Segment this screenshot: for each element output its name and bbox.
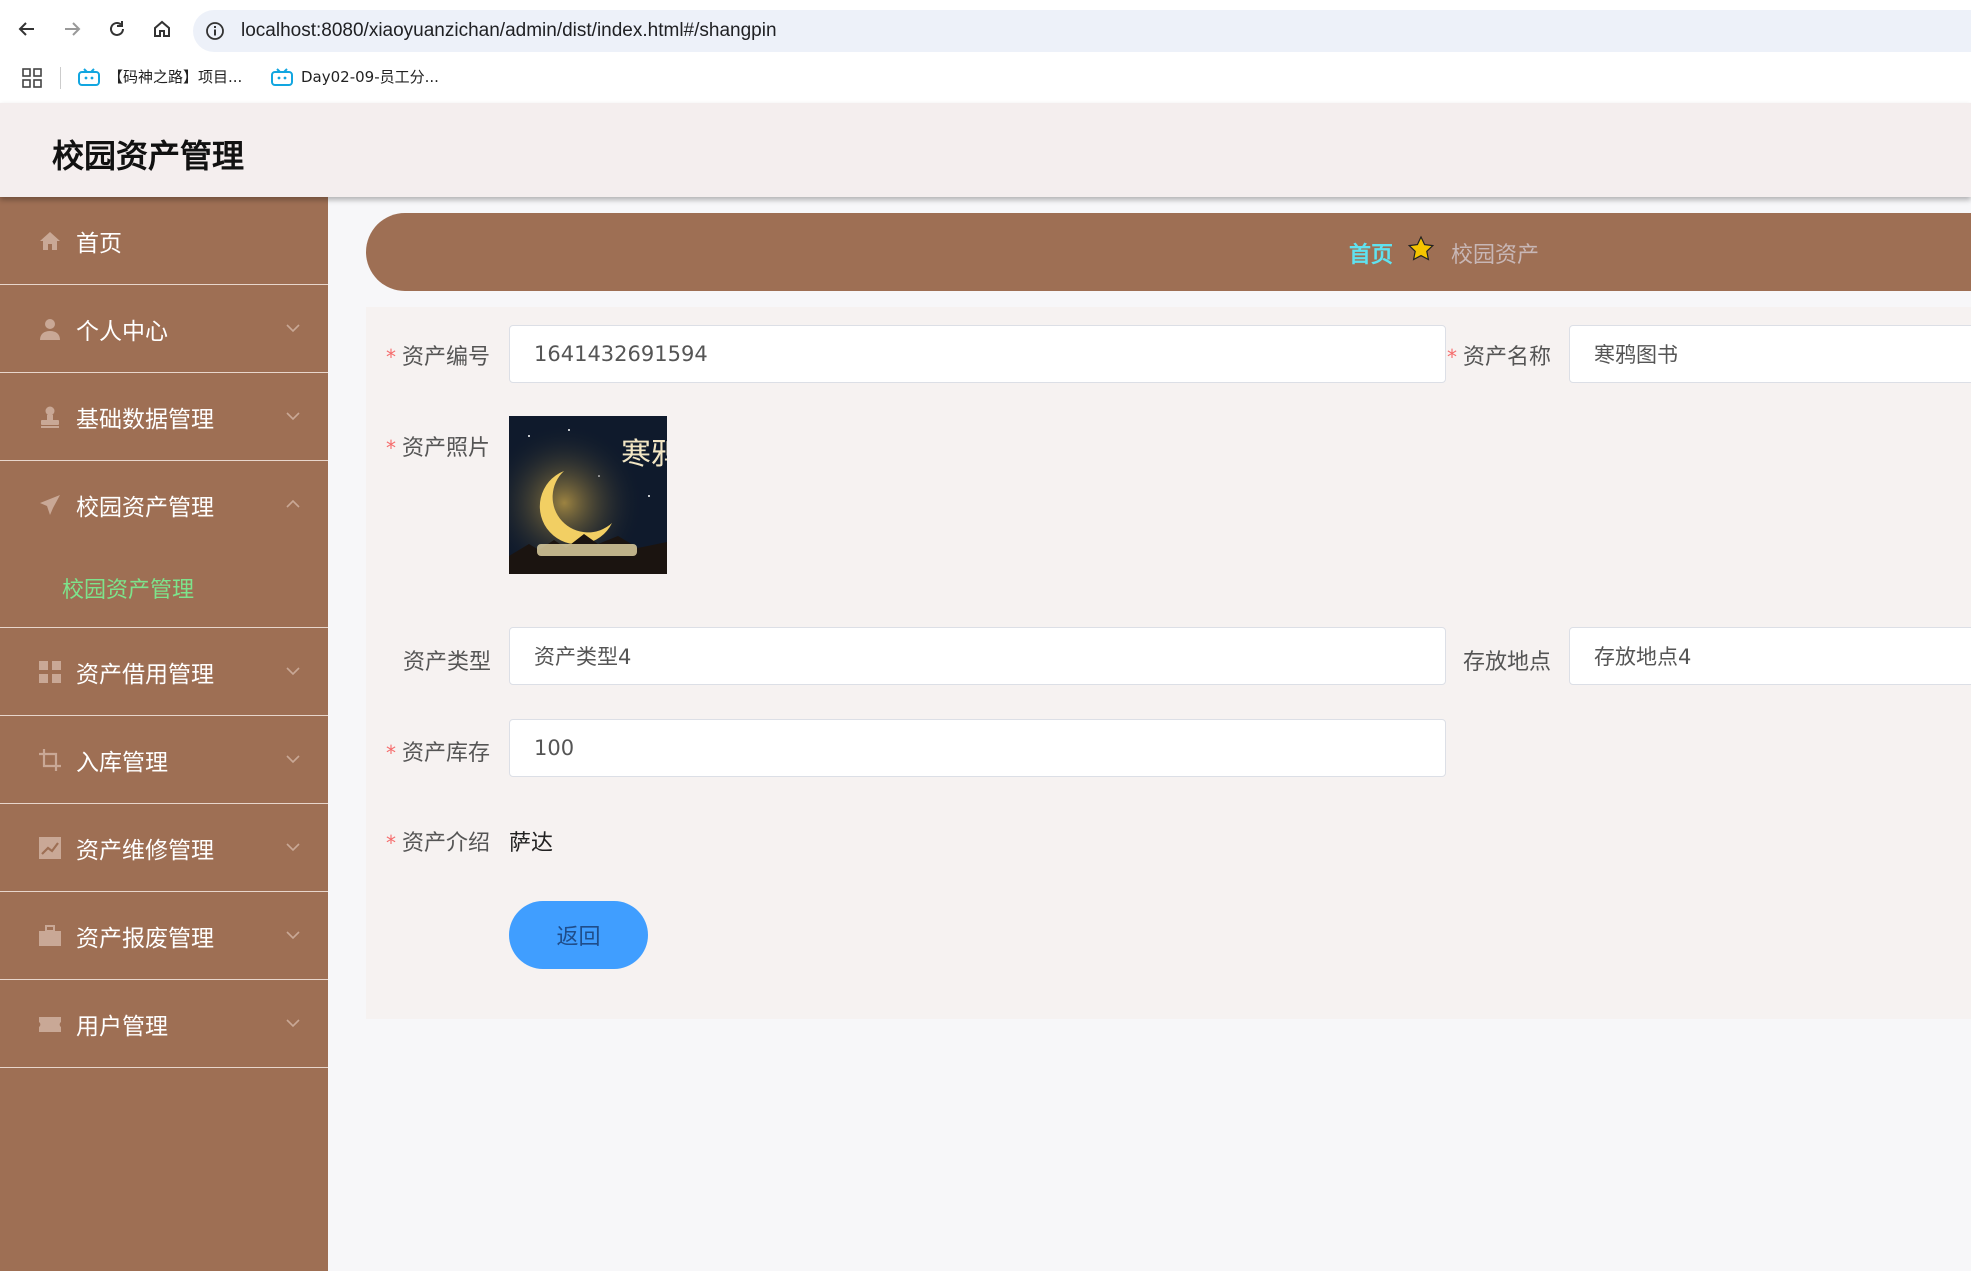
back-arrow-icon[interactable]	[12, 14, 42, 44]
breadcrumb: 首页 校园资产	[366, 213, 1971, 291]
breadcrumb-home-link[interactable]: 首页	[1349, 237, 1393, 269]
address-bar[interactable]: localhost:8080/xiaoyuanzichan/admin/dist…	[193, 10, 1971, 52]
required-mark: *	[1447, 345, 1457, 369]
required-mark: *	[386, 741, 396, 765]
reload-icon[interactable]	[102, 14, 132, 44]
asset-photo-image[interactable]: 寒鸦	[509, 416, 667, 574]
location-field[interactable]: 存放地点4	[1569, 627, 1971, 685]
bookmark-separator	[60, 67, 61, 89]
chevron-down-icon	[286, 324, 300, 333]
chevron-down-icon	[286, 412, 300, 421]
sidebar-item-label: 首页	[76, 230, 122, 257]
chevron-up-icon	[286, 499, 300, 508]
bookmark-1[interactable]: 【码神之路】项目...	[78, 66, 242, 87]
back-button[interactable]: 返回	[509, 901, 648, 969]
chevron-down-icon	[286, 931, 300, 940]
browser-chrome: localhost:8080/xiaoyuanzichan/admin/dist…	[0, 0, 1971, 103]
photo-title-text: 寒鸦	[621, 437, 667, 472]
bilibili-icon	[271, 67, 293, 86]
bookmark-label: Day02-09-员工分...	[301, 68, 439, 86]
bookmark-2[interactable]: Day02-09-员工分...	[271, 66, 439, 87]
asset-type-field[interactable]: 资产类型4	[509, 627, 1446, 685]
sidebar-item-label: 个人中心	[76, 318, 168, 345]
intro-label: * 资产介绍	[386, 831, 491, 856]
sidebar-item-label: 入库管理	[76, 749, 168, 776]
stock-label: * 资产库存	[386, 741, 491, 766]
app-title: 校园资产管理	[52, 137, 245, 175]
sidebar-item-label: 校园资产管理	[76, 495, 214, 521]
sidebar-item-inbound[interactable]: 入库管理	[0, 716, 328, 804]
required-mark: *	[386, 345, 396, 369]
sidebar-item-basic-data[interactable]: 基础数据管理	[0, 373, 328, 461]
crop-icon	[39, 749, 61, 771]
chevron-down-icon	[286, 843, 300, 852]
sidebar-subitem-campus-assets[interactable]: 校园资产管理	[0, 549, 328, 627]
sidebar-item-label: 资产借用管理	[76, 661, 214, 688]
chart-icon	[39, 837, 61, 859]
home-icon	[40, 232, 60, 250]
sidebar-item-personal-center[interactable]: 个人中心	[0, 285, 328, 373]
breadcrumb-current: 校园资产	[1451, 243, 1540, 268]
sidebar-item-campus-assets[interactable]: 校园资产管理	[0, 461, 328, 549]
star-icon	[1407, 235, 1435, 261]
home-browser-icon[interactable]	[147, 14, 177, 44]
sidebar-item-asset-scrap[interactable]: 资产报废管理	[0, 892, 328, 980]
sidebar-item-label: 资产报废管理	[76, 925, 214, 952]
chevron-down-icon	[286, 667, 300, 676]
asset-no-label: * 资产编号	[386, 345, 491, 370]
site-info-icon[interactable]	[205, 21, 225, 41]
asset-no-field[interactable]: 1641432691594	[509, 325, 1446, 383]
sidebar: 首页 个人中心 基础数据管理 校园资产管理 校园资产管理 资产借用管理 入库管理…	[0, 197, 328, 1271]
sidebar-item-label: 基础数据管理	[76, 406, 214, 433]
sidebar-item-home[interactable]: 首页	[0, 197, 328, 285]
asset-photo-label: * 资产照片	[386, 436, 491, 461]
person-stamp-icon	[41, 406, 59, 428]
intro-value: 萨达	[509, 831, 554, 856]
chevron-down-icon	[286, 1019, 300, 1028]
ticket-icon	[39, 1017, 61, 1032]
sidebar-item-label: 用户管理	[76, 1013, 168, 1040]
asset-name-field[interactable]: 寒鸦图书	[1569, 325, 1971, 383]
sidebar-item-label: 资产维修管理	[76, 837, 214, 864]
sidebar-group-campus-assets: 校园资产管理 校园资产管理	[0, 461, 328, 628]
sidebar-item-asset-borrow[interactable]: 资产借用管理	[0, 628, 328, 716]
sidebar-item-user-management[interactable]: 用户管理	[0, 980, 328, 1068]
required-mark: *	[386, 436, 396, 460]
stock-field[interactable]: 100	[509, 719, 1446, 777]
briefcase-icon	[39, 925, 61, 946]
user-icon	[40, 319, 60, 340]
location-label: 存放地点	[1463, 650, 1552, 675]
asset-name-label: * 资产名称	[1447, 345, 1552, 370]
url-text[interactable]: localhost:8080/xiaoyuanzichan/admin/dist…	[241, 20, 777, 42]
paper-plane-icon	[40, 495, 60, 515]
sidebar-item-asset-repair[interactable]: 资产维修管理	[0, 804, 328, 892]
required-mark: *	[386, 831, 396, 855]
app-header: 校园资产管理	[0, 103, 1971, 197]
forward-arrow-icon[interactable]	[57, 14, 87, 44]
bookmark-label: 【码神之路】项目...	[108, 68, 243, 86]
bilibili-icon	[78, 67, 100, 86]
apps-grid-icon[interactable]	[22, 68, 42, 88]
chevron-down-icon	[286, 755, 300, 764]
grid-icon	[39, 661, 61, 683]
asset-type-label: 资产类型	[403, 650, 492, 675]
